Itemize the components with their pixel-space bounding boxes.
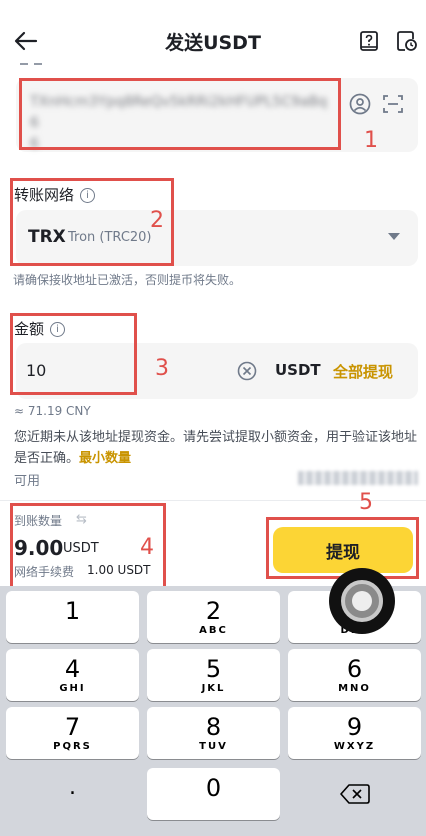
- annotation-box-3: [10, 313, 137, 395]
- available-label: 可用: [14, 474, 41, 489]
- key-2[interactable]: 2 ABC: [147, 591, 280, 643]
- key-9[interactable]: 9 WXYZ: [288, 707, 421, 759]
- key-8[interactable]: 8 TUV: [147, 707, 280, 759]
- caret-down-icon: [388, 233, 400, 240]
- annotation-number-2: 2: [150, 208, 164, 233]
- annotation-box-5: [266, 517, 419, 579]
- header: 发送USDT: [0, 0, 426, 72]
- amount-unit: USDT: [275, 361, 321, 379]
- small-amount-notice: 您近期未从该地址提现资金。请先尝试提取小额资金，用于验证该地址是否正确。最小数量: [14, 430, 418, 466]
- key-4[interactable]: 4 GHI: [6, 649, 139, 701]
- key-5[interactable]: 5 JKL: [147, 649, 280, 701]
- annotation-number-4: 4: [140, 535, 154, 560]
- help-book-icon[interactable]: [358, 30, 380, 52]
- key-delete[interactable]: [288, 768, 421, 820]
- annotation-number-1: 1: [364, 128, 378, 153]
- backspace-icon: [339, 784, 370, 804]
- key-6[interactable]: 6 MNO: [288, 649, 421, 701]
- withdraw-all-button[interactable]: 全部提现: [333, 361, 393, 382]
- assistive-touch-button[interactable]: [329, 568, 395, 634]
- min-amount-link[interactable]: 最小数量: [79, 451, 131, 466]
- available-value-blurred: [298, 471, 418, 485]
- clear-icon[interactable]: [237, 361, 257, 381]
- cny-estimate: ≈ 71.19 CNY: [14, 404, 91, 418]
- cut-off-label-icon: [20, 63, 42, 65]
- network-hint: 请确保接收地址已激活，否则提币将失败。: [13, 273, 242, 287]
- scan-icon[interactable]: [381, 92, 405, 116]
- key-0[interactable]: 0: [147, 768, 280, 820]
- annotation-box-1: [19, 78, 341, 150]
- annotation-number-5: 5: [359, 490, 373, 515]
- key-7[interactable]: 7 PQRS: [6, 707, 139, 759]
- history-record-icon[interactable]: [396, 30, 418, 52]
- address-book-icon[interactable]: [348, 92, 372, 116]
- annotation-number-3: 3: [155, 356, 169, 381]
- key-1[interactable]: 1: [6, 591, 139, 643]
- key-decimal[interactable]: .: [6, 768, 139, 820]
